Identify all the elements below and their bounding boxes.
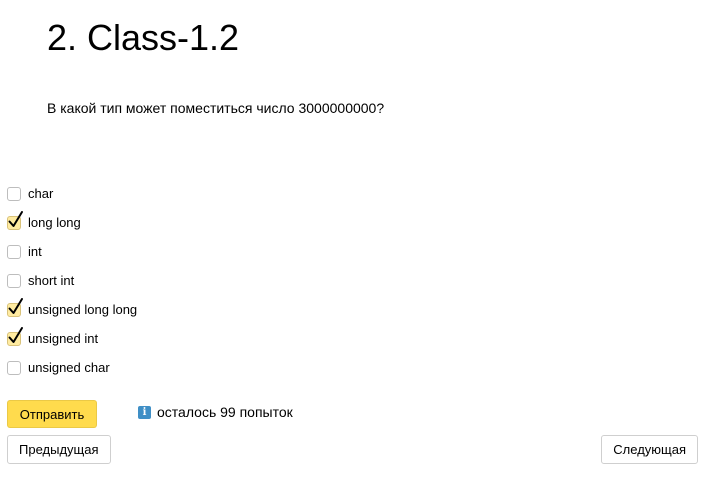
question-text: В какой тип может поместиться число 3000… <box>47 100 385 116</box>
info-icon: i <box>138 405 151 419</box>
option-int[interactable]: int <box>7 237 137 266</box>
option-char[interactable]: char <box>7 179 137 208</box>
checkbox[interactable] <box>7 186 21 201</box>
attempts-remaining: осталось 99 попыток <box>157 404 293 420</box>
option-label: short int <box>28 272 75 288</box>
checkbox[interactable] <box>7 210 23 230</box>
option-long-long[interactable]: long long <box>7 208 137 237</box>
option-unsigned-int[interactable]: unsigned int <box>7 324 137 353</box>
checkbox[interactable] <box>7 244 21 259</box>
checkmark-icon <box>8 326 23 343</box>
checkbox[interactable] <box>7 360 21 375</box>
checkbox[interactable] <box>7 297 23 317</box>
page-title: 2. Class-1.2 <box>47 17 240 58</box>
answer-options: char long long int short int unsigned lo… <box>7 179 137 382</box>
submit-button[interactable]: Отправить <box>7 400 97 428</box>
option-label: long long <box>28 214 81 230</box>
checkmark-icon <box>8 297 23 314</box>
option-label: unsigned char <box>28 359 110 375</box>
option-label: char <box>28 185 54 201</box>
option-short-int[interactable]: short int <box>7 266 137 295</box>
option-label: unsigned int <box>28 330 99 346</box>
option-label: int <box>28 243 42 259</box>
option-unsigned-long-long[interactable]: unsigned long long <box>7 295 137 324</box>
option-unsigned-char[interactable]: unsigned char <box>7 353 137 382</box>
checkmark-icon <box>8 210 23 227</box>
option-label: unsigned long long <box>28 301 138 317</box>
attempts-info: i осталось 99 попыток <box>138 404 293 420</box>
previous-button[interactable]: Предыдущая <box>7 435 111 464</box>
next-button[interactable]: Следующая <box>601 435 698 464</box>
checkbox[interactable] <box>7 273 21 288</box>
checkbox[interactable] <box>7 326 23 346</box>
